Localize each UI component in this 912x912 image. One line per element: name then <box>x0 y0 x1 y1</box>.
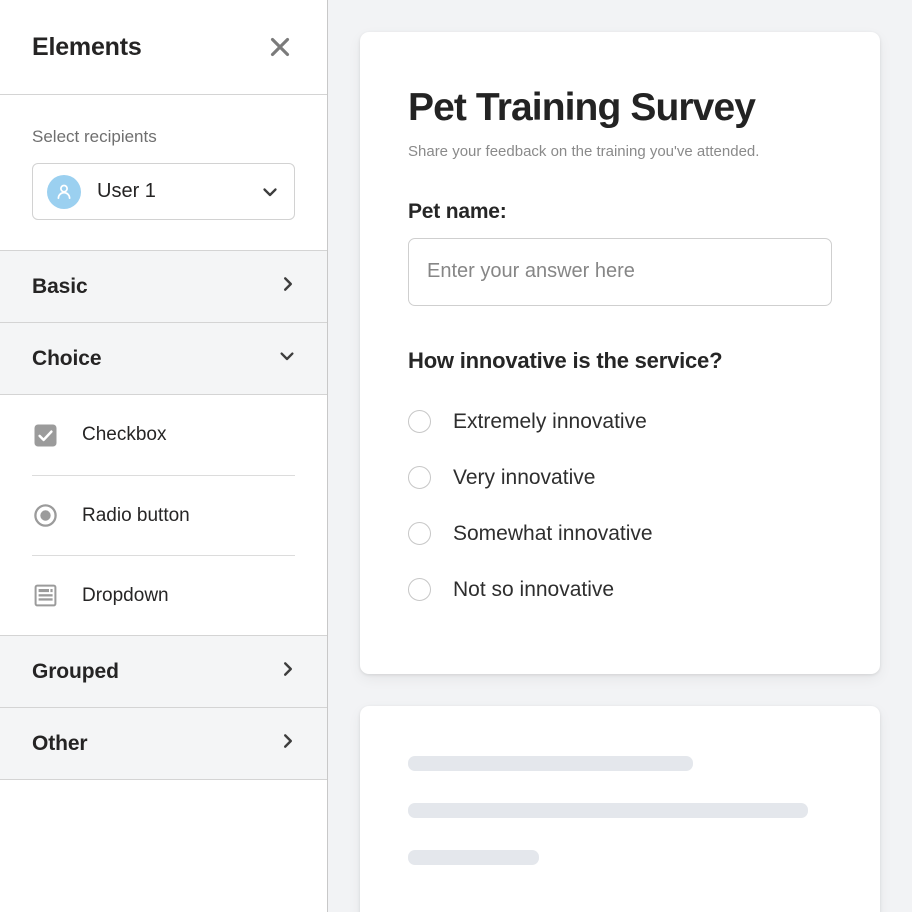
avatar <box>47 174 81 209</box>
sidebar-section-label: Basic <box>32 274 88 298</box>
element-item-label: Dropdown <box>82 584 169 606</box>
radio-button-icon <box>32 503 58 529</box>
chevron-right-icon <box>279 660 297 683</box>
recipient-select[interactable]: User 1 <box>32 163 295 220</box>
person-icon <box>57 184 71 199</box>
radio-icon <box>408 578 431 602</box>
survey-card: Pet Training Survey Share your feedback … <box>360 32 880 674</box>
radio-option-label: Very innovative <box>453 465 596 489</box>
radio-option[interactable]: Not so innovative <box>408 562 832 618</box>
survey-title: Pet Training Survey <box>408 86 756 129</box>
skeleton-line <box>408 755 693 771</box>
sidebar-section-label: Choice <box>32 346 102 370</box>
skeleton-line <box>408 849 539 865</box>
element-item-label: Radio button <box>82 504 190 526</box>
chevron-right-icon <box>279 275 297 298</box>
recipient-name: User 1 <box>97 180 156 202</box>
radio-option[interactable]: Very innovative <box>408 450 832 506</box>
radio-option-label: Extremely innovative <box>453 409 647 433</box>
placeholder-card[interactable] <box>360 705 880 912</box>
element-item-label: Checkbox <box>82 424 167 445</box>
recipients-label: Select recipients <box>32 127 157 146</box>
radio-icon <box>408 410 431 434</box>
skeleton-line <box>408 802 808 818</box>
element-item-radio-button[interactable]: Radio button <box>32 475 295 555</box>
chevron-right-icon <box>279 732 297 755</box>
pet-name-input[interactable] <box>408 237 832 306</box>
survey-subtitle: Share your feedback on the training you'… <box>408 142 760 160</box>
recipients-block: Select recipients User 1 <box>0 95 327 251</box>
question-label-innovative: How innovative is the service? <box>408 347 723 373</box>
dropdown-icon <box>32 583 58 609</box>
element-item-dropdown[interactable]: Dropdown <box>32 555 295 635</box>
sidebar-empty-space <box>0 780 327 912</box>
radio-group-innovative: Extremely innovative Very innovative Som… <box>408 394 832 618</box>
chevron-down-icon <box>277 346 297 371</box>
sidebar-section-other[interactable]: Other <box>0 708 327 780</box>
radio-option[interactable]: Extremely innovative <box>408 394 832 450</box>
sidebar-section-basic[interactable]: Basic <box>0 251 327 323</box>
sidebar-section-grouped[interactable]: Grouped <box>0 636 327 708</box>
radio-icon <box>408 522 431 546</box>
elements-sidebar: Elements Select recipients User 1 Basic … <box>0 0 328 912</box>
radio-option-label: Not so innovative <box>453 577 615 601</box>
radio-option[interactable]: Somewhat innovative <box>408 506 832 562</box>
element-item-checkbox[interactable]: Checkbox <box>32 395 295 475</box>
question-label-pet-name: Pet name: <box>408 199 507 223</box>
sidebar-section-label: Other <box>32 731 88 755</box>
page-title: Elements <box>32 32 142 61</box>
chevron-down-icon <box>260 182 280 202</box>
survey-canvas: Pet Training Survey Share your feedback … <box>328 0 912 912</box>
sidebar-section-choice-body: Checkbox Radio button Dropdown <box>0 395 327 636</box>
radio-icon <box>408 466 431 490</box>
sidebar-section-label: Grouped <box>32 659 119 683</box>
close-icon[interactable] <box>263 30 297 64</box>
app-root: Elements Select recipients User 1 Basic … <box>0 0 912 912</box>
radio-option-label: Somewhat innovative <box>453 521 653 545</box>
sidebar-header: Elements <box>0 0 327 95</box>
checkbox-icon <box>32 422 58 448</box>
sidebar-section-choice[interactable]: Choice <box>0 323 327 395</box>
